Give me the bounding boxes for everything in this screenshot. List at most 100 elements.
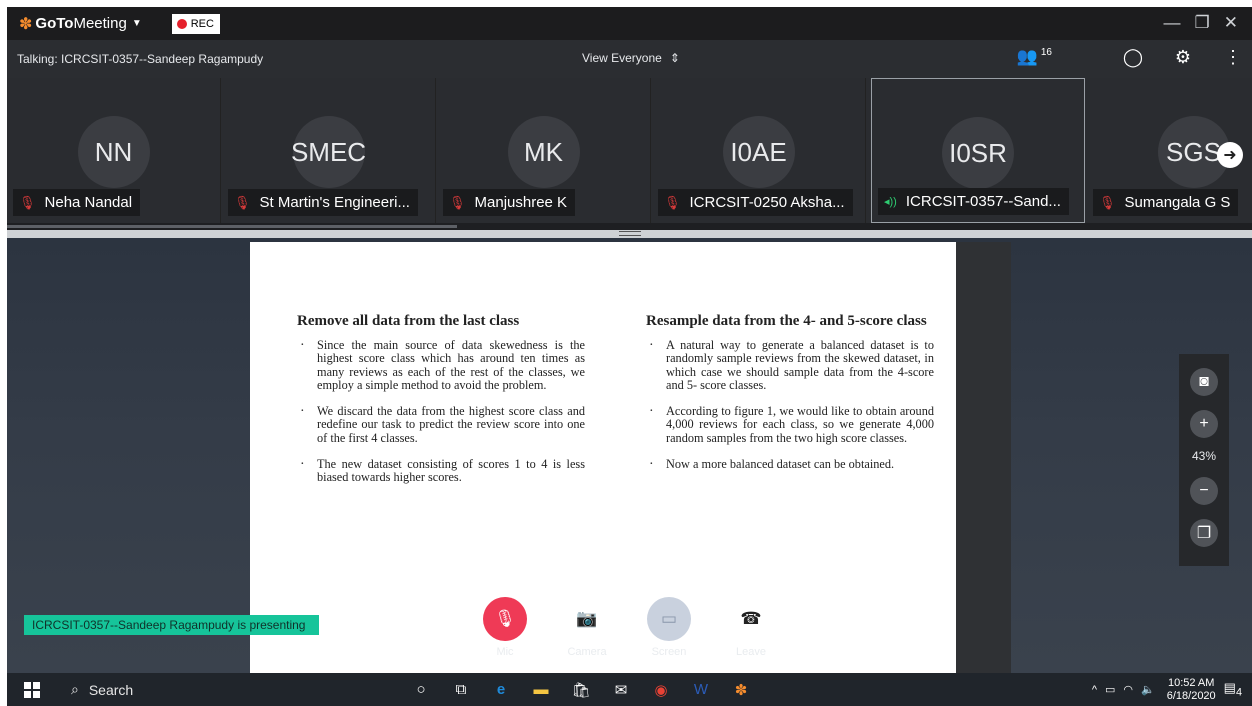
battery-icon[interactable]: ▭ — [1105, 683, 1115, 696]
list-item: The new dataset consisting of scores 1 t… — [297, 458, 585, 485]
info-bar: Talking: ICRCSIT-0357--Sandeep Ragampudy… — [7, 40, 1252, 78]
settings-gear-icon[interactable]: ⚙ — [1172, 46, 1194, 68]
app-name-bold: GoTo — [35, 15, 74, 32]
participant-tile[interactable]: MK 🎙 Manjushree K — [437, 78, 651, 223]
leave-control[interactable]: ☎ Leave — [728, 597, 774, 658]
camera-control[interactable]: 📷 Camera — [564, 597, 610, 658]
participant-name-tag: ◂)) ICRCSIT-0357--Sand... — [878, 188, 1069, 215]
view-selector-label: View Everyone — [582, 51, 662, 65]
task-view-icon[interactable]: ⧉ — [451, 680, 471, 700]
camera-off-icon[interactable]: 📷 — [565, 597, 609, 641]
participant-name-tag: 🎙 St Martin's Engineeri... — [228, 189, 418, 216]
screen-label: Screen — [651, 646, 687, 658]
gotomeeting-logo-icon: ✽ — [19, 15, 33, 33]
clock-date: 6/18/2020 — [1166, 689, 1216, 702]
mic-label: Mic — [496, 646, 514, 658]
chat-icon[interactable]: ◯ — [1122, 46, 1144, 68]
camera-label: Camera — [567, 646, 607, 658]
zoom-level: 43% — [1191, 449, 1217, 463]
zoom-panel: ◙ + 43% − ❐ — [1179, 354, 1229, 566]
participant-tile[interactable]: I0AE 🎙 ICRCSIT-0250 Aksha... — [652, 78, 866, 223]
close-button[interactable]: ✕ — [1224, 13, 1238, 33]
cortana-icon[interactable]: ○ — [411, 680, 431, 700]
gotomeeting-window: ✽ GoTo Meeting ▼ REC — ❐ ✕ Talking: ICRC… — [7, 7, 1252, 673]
participant-name: Sumangala G S — [1124, 194, 1231, 211]
participant-name-tag: 🎙 ICRCSIT-0250 Aksha... — [658, 189, 853, 216]
mic-control[interactable]: 🎙 Mic — [482, 597, 528, 658]
leave-label: Leave — [736, 646, 766, 658]
screen-control[interactable]: ▭ Screen — [646, 597, 692, 658]
participant-tile-active-speaker[interactable]: I0SR ◂)) ICRCSIT-0357--Sand... — [871, 78, 1085, 223]
mic-muted-icon: 🎙 — [664, 194, 681, 210]
participant-tile[interactable]: SMEC 🎙 St Martin's Engineeri... — [222, 78, 436, 223]
mic-muted-icon: 🎙 — [19, 194, 36, 210]
gotomeeting-taskbar-icon[interactable]: ✽ — [731, 680, 751, 700]
participant-tile[interactable]: NN 🎙 Neha Nandal — [7, 78, 221, 223]
meeting-controls: 🎙 Mic 📷 Camera ▭ Screen ☎ Leave — [482, 597, 774, 658]
right-heading: Resample data from the 4- and 5-score cl… — [646, 313, 927, 329]
search-icon: ⌕ — [71, 681, 79, 697]
avatar: I0AE — [722, 116, 795, 188]
drag-handle-icon — [619, 231, 641, 236]
wifi-icon[interactable]: ◠ — [1123, 683, 1133, 696]
mic-muted-icon[interactable]: 🎙 — [483, 597, 527, 641]
taskbar-search[interactable]: ⌕ Search — [63, 673, 399, 706]
meeting-toolbar: 👥 16 ◯ ⚙ ⋮ — [1017, 46, 1244, 68]
participant-name: ICRCSIT-0357--Sand... — [905, 193, 1061, 210]
attendees-button[interactable]: 👥 16 — [1017, 47, 1052, 67]
mic-muted-icon: 🎙 — [449, 194, 466, 210]
right-column: Resample data from the 4- and 5-score cl… — [646, 313, 934, 484]
notification-count: 4 — [1235, 686, 1242, 699]
participant-name-tag: 🎙 Sumangala G S — [1093, 189, 1239, 216]
participant-name-tag: 🎙 Manjushree K — [443, 189, 576, 216]
left-heading: Remove all data from the last class — [297, 313, 520, 329]
left-bullets: Since the main source of data skewedness… — [297, 338, 585, 485]
shared-screen: Remove all data from the last class Sinc… — [7, 238, 1252, 673]
copy-icon[interactable]: ❐ — [1190, 519, 1218, 547]
system-tray: ^ ▭ ◠ 🔈 10:52 AM 6/18/2020 ▤4 — [1092, 673, 1242, 706]
more-options-icon[interactable]: ⋮ — [1222, 46, 1244, 68]
mail-icon[interactable]: ✉ — [611, 680, 631, 700]
record-dot-icon — [176, 18, 187, 29]
hang-up-icon[interactable]: ☎ — [729, 597, 773, 641]
people-icon: 👥 — [1016, 47, 1038, 66]
panel-splitter[interactable] — [7, 230, 1252, 238]
notifications-icon[interactable]: ▤4 — [1224, 680, 1242, 699]
chrome-icon[interactable]: ◉ — [651, 680, 671, 700]
clock[interactable]: 10:52 AM 6/18/2020 — [1167, 677, 1216, 703]
strip-scrollbar[interactable] — [7, 225, 457, 228]
snapshot-camera-icon[interactable]: ◙ — [1190, 368, 1218, 396]
participant-name: Neha Nandal — [44, 194, 133, 211]
document-side-panel — [956, 242, 1011, 673]
show-hidden-icons-icon[interactable]: ^ — [1092, 684, 1097, 696]
avatar: I0SR — [942, 117, 1014, 189]
screen-share-icon[interactable]: ▭ — [647, 597, 691, 641]
recording-button[interactable]: REC — [171, 13, 220, 34]
clock-time: 10:52 AM — [1167, 676, 1215, 689]
speaking-icon: ◂)) — [884, 196, 897, 208]
zoom-in-icon[interactable]: + — [1190, 410, 1218, 438]
title-bar: ✽ GoTo Meeting ▼ REC — ❐ ✕ — [7, 7, 1252, 40]
avatar: NN — [77, 116, 150, 188]
file-explorer-icon[interactable]: ▬ — [531, 680, 551, 700]
attendee-count: 16 — [1040, 47, 1052, 58]
participant-name: Manjushree K — [474, 194, 568, 211]
search-label: Search — [88, 681, 134, 698]
volume-icon[interactable]: 🔈 — [1141, 683, 1155, 696]
word-icon[interactable]: W — [691, 680, 711, 700]
list-item: According to figure 1, we would like to … — [646, 405, 934, 445]
windows-start-icon[interactable] — [21, 679, 43, 701]
talking-indicator: Talking: ICRCSIT-0357--Sandeep Ragampudy — [17, 52, 264, 66]
list-item: Now a more balanced dataset can be obtai… — [646, 457, 934, 471]
zoom-out-icon[interactable]: − — [1190, 477, 1218, 505]
avatar: SMEC — [291, 116, 366, 188]
restore-button[interactable]: ❐ — [1195, 13, 1210, 33]
store-icon[interactable]: 🛍 — [571, 680, 591, 700]
view-selector[interactable]: View Everyone ⇕ — [582, 51, 680, 65]
next-participants-arrow-icon[interactable]: ➜ — [1217, 142, 1243, 168]
app-menu[interactable]: ✽ GoTo Meeting ▼ — [19, 14, 142, 34]
edge-icon[interactable]: e — [491, 680, 511, 700]
presenting-banner: ICRCSIT-0357--Sandeep Ragampudy is prese… — [24, 615, 320, 635]
mic-muted-icon: 🎙 — [234, 194, 251, 210]
minimize-button[interactable]: — — [1164, 13, 1181, 33]
